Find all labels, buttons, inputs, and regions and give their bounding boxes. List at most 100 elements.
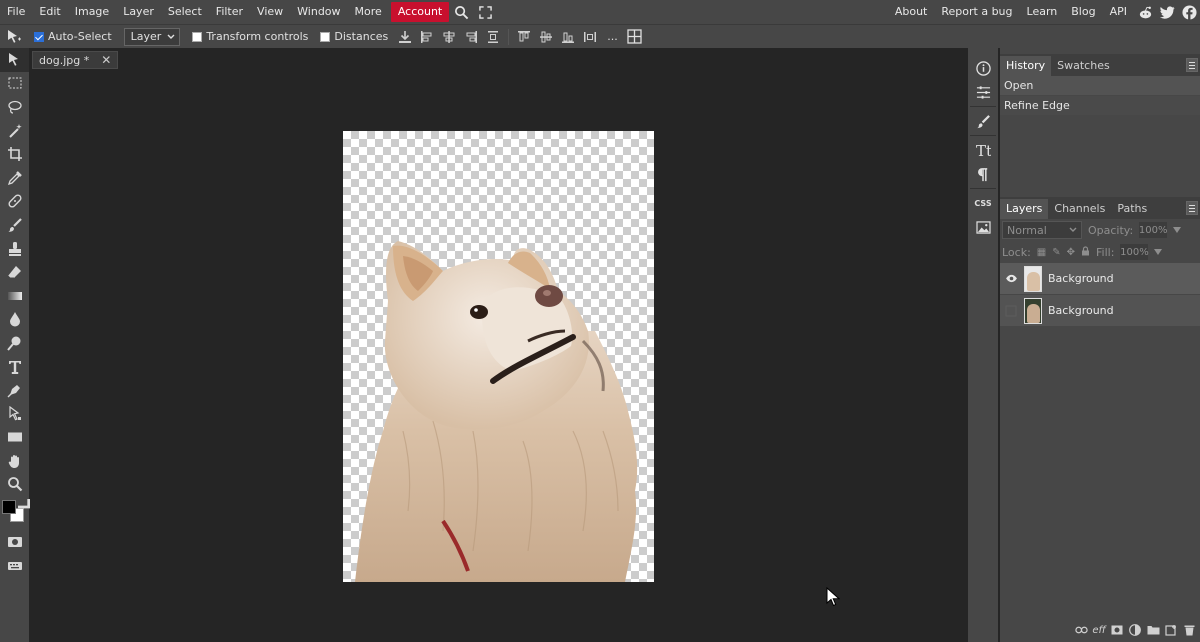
reddit-icon[interactable]	[1134, 0, 1156, 24]
lock-all-icon[interactable]	[1081, 245, 1090, 259]
character-icon[interactable]: Tt	[970, 138, 996, 162]
swap-colors-icon[interactable]	[18, 499, 30, 509]
link-learn[interactable]: Learn	[1020, 0, 1065, 24]
grid-icon[interactable]	[624, 25, 646, 49]
eye-icon[interactable]	[1004, 273, 1018, 285]
link-blog[interactable]: Blog	[1064, 0, 1102, 24]
distances-checkbox[interactable]: Distances	[314, 30, 394, 43]
document-canvas[interactable]	[343, 131, 654, 582]
fill-field[interactable]: 100%	[1120, 244, 1149, 260]
zoom-tool-button[interactable]	[0, 473, 29, 497]
hand-tool-button[interactable]	[0, 449, 29, 473]
menu-filter[interactable]: Filter	[209, 0, 250, 24]
link-api[interactable]: API	[1103, 0, 1134, 24]
blur-tool-button[interactable]	[0, 308, 29, 332]
link-layers-icon[interactable]	[1074, 623, 1088, 637]
delete-layer-icon[interactable]	[1182, 623, 1196, 637]
foreground-color-swatch[interactable]	[2, 500, 16, 515]
link-report-bug[interactable]: Report a bug	[934, 0, 1019, 24]
new-layer-icon[interactable]	[1164, 623, 1178, 637]
marquee-tool-button[interactable]	[0, 72, 29, 96]
layer-name[interactable]: Background	[1048, 272, 1114, 285]
transform-controls-check-box[interactable]	[192, 31, 203, 42]
color-swatches[interactable]	[0, 496, 30, 530]
pen-tool-button[interactable]	[0, 378, 29, 402]
css-icon[interactable]: CSS	[970, 191, 996, 215]
account-button[interactable]: Account	[390, 2, 450, 22]
image-icon[interactable]	[970, 215, 996, 239]
document-tab[interactable]: dog.jpg * ✕	[32, 51, 119, 69]
layers-panel-menu-icon[interactable]	[1186, 201, 1198, 215]
link-about[interactable]: About	[888, 0, 935, 24]
menu-layer[interactable]: Layer	[116, 0, 161, 24]
magic-wand-tool-button[interactable]	[0, 119, 29, 143]
menu-select[interactable]: Select	[161, 0, 209, 24]
menu-view[interactable]: View	[250, 0, 290, 24]
layer-row[interactable]: Background	[1000, 263, 1200, 295]
more-options-button[interactable]: ...	[601, 30, 624, 43]
auto-select-checkbox[interactable]: Auto-Select	[28, 30, 118, 43]
keyboard-shortcuts-button[interactable]	[0, 554, 29, 578]
tab-layers[interactable]: Layers	[1000, 199, 1049, 219]
lasso-tool-button[interactable]	[0, 95, 29, 119]
dodge-tool-button[interactable]	[0, 331, 29, 355]
distribute-horizontal-icon[interactable]	[579, 25, 601, 49]
menu-edit[interactable]: Edit	[32, 0, 67, 24]
twitter-icon[interactable]	[1156, 0, 1178, 24]
blend-mode-select[interactable]: Normal	[1002, 221, 1082, 239]
align-right-icon[interactable]	[460, 25, 482, 49]
close-icon[interactable]: ✕	[101, 53, 111, 67]
quick-mask-button[interactable]	[0, 530, 29, 554]
eraser-tool-button[interactable]	[0, 260, 29, 284]
align-bottom-icon[interactable]	[557, 25, 579, 49]
layer-effects-icon[interactable]: eff	[1092, 623, 1106, 637]
lock-position-icon[interactable]: ✥	[1067, 247, 1075, 258]
align-vcenter-icon[interactable]	[535, 25, 557, 49]
transform-controls-checkbox[interactable]: Transform controls	[186, 30, 314, 43]
layer-row[interactable]: Background	[1000, 295, 1200, 327]
auto-select-target-select[interactable]: Layer	[123, 27, 181, 46]
history-item[interactable]: Open	[1000, 76, 1200, 96]
eyedropper-tool-button[interactable]	[0, 166, 29, 190]
search-icon[interactable]	[449, 0, 473, 24]
menu-image[interactable]: Image	[68, 0, 116, 24]
adjustments-icon[interactable]	[970, 80, 996, 104]
type-tool-button[interactable]	[0, 355, 29, 379]
facebook-icon[interactable]	[1178, 0, 1200, 24]
info-icon[interactable]	[970, 56, 996, 80]
download-icon[interactable]	[394, 25, 416, 49]
align-top-icon[interactable]	[513, 25, 535, 49]
auto-select-check-box[interactable]	[34, 31, 44, 42]
add-mask-icon[interactable]	[1110, 623, 1124, 637]
clone-stamp-tool-button[interactable]	[0, 237, 29, 261]
menu-window[interactable]: Window	[290, 0, 347, 24]
brush-settings-icon[interactable]	[970, 109, 996, 133]
fill-dropdown-icon[interactable]	[1154, 249, 1163, 255]
distribute-vertical-icon[interactable]	[482, 25, 504, 49]
history-panel-menu-icon[interactable]	[1186, 58, 1198, 72]
healing-brush-tool-button[interactable]	[0, 190, 29, 214]
brush-tool-button[interactable]	[0, 213, 29, 237]
tab-swatches[interactable]: Swatches	[1051, 56, 1116, 76]
menu-file[interactable]: File	[0, 0, 32, 24]
fullscreen-icon[interactable]	[473, 0, 497, 24]
path-select-tool-button[interactable]	[0, 402, 29, 426]
gradient-tool-button[interactable]	[0, 284, 29, 308]
history-item[interactable]: Refine Edge	[1000, 96, 1200, 116]
align-hcenter-icon[interactable]	[438, 25, 460, 49]
align-left-icon[interactable]	[416, 25, 438, 49]
crop-tool-button[interactable]	[0, 142, 29, 166]
move-tool-button[interactable]	[0, 48, 29, 72]
shape-tool-button[interactable]	[0, 426, 29, 450]
paragraph-icon[interactable]	[970, 162, 996, 186]
menu-more[interactable]: More	[348, 0, 389, 24]
tab-channels[interactable]: Channels	[1048, 199, 1111, 219]
tab-history[interactable]: History	[1000, 56, 1052, 76]
hidden-eye-icon[interactable]	[1004, 305, 1018, 317]
opacity-dropdown-icon[interactable]	[1173, 227, 1182, 233]
lock-transparency-icon[interactable]: ▦	[1037, 247, 1046, 258]
distances-check-box[interactable]	[320, 31, 331, 42]
layer-name[interactable]: Background	[1048, 304, 1114, 317]
new-folder-icon[interactable]	[1146, 623, 1160, 637]
lock-pixels-icon[interactable]: ✎	[1052, 247, 1060, 258]
